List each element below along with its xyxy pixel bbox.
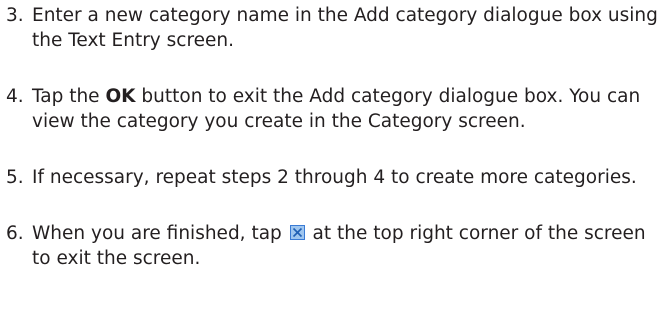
step-number: 4. — [6, 86, 24, 107]
step-text: Enter a new category name in the Add cat… — [32, 5, 658, 51]
step-6: 6. When you are finished, tap at the top… — [6, 221, 661, 271]
step-number: 6. — [6, 223, 24, 244]
step-text: If necessary, repeat steps 2 through 4 t… — [32, 167, 637, 188]
step-4: 4. Tap the OK button to exit the Add cat… — [6, 84, 661, 134]
ok-button-label: OK — [105, 86, 136, 107]
step-number: 5. — [6, 167, 24, 188]
step-text-pre: When you are finished, tap — [32, 223, 288, 244]
step-number: 3. — [6, 5, 24, 26]
step-5: 5. If necessary, repeat steps 2 through … — [6, 165, 661, 190]
step-3: 3. Enter a new category name in the Add … — [6, 3, 661, 53]
step-text: When you are finished, tap at the top ri… — [32, 221, 661, 271]
close-icon — [289, 225, 305, 240]
step-text: Tap the OK button to exit the Add catego… — [32, 84, 661, 134]
instruction-steps: 3. Enter a new category name in the Add … — [6, 3, 661, 302]
step-text-pre: Tap the — [32, 86, 106, 107]
